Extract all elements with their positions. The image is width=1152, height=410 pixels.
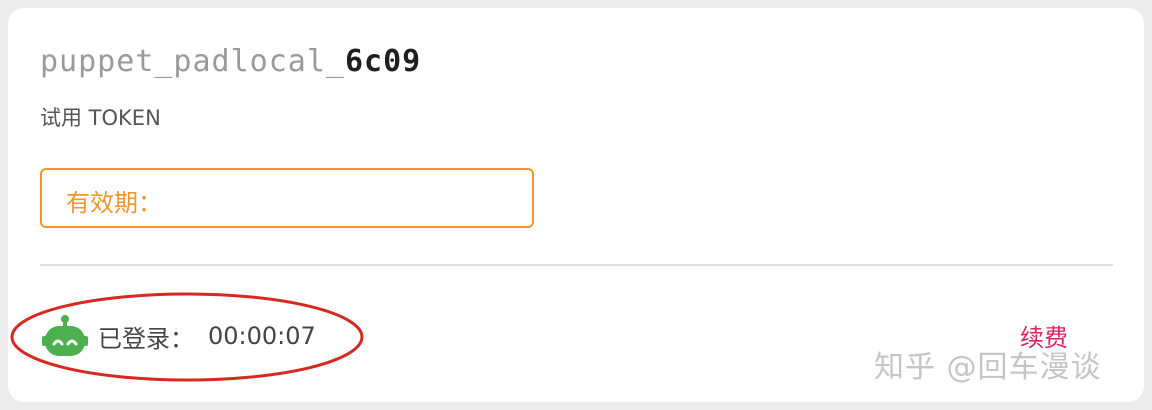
token-name-suffix: 6c09 [344,44,422,79]
login-status: 已登录： 00:00:07 [42,314,316,358]
robot-icon [42,315,88,356]
watermark: 知乎 @回车漫谈 [874,350,1102,385]
login-duration: 00:00:07 [208,322,316,350]
divider [40,264,1113,266]
token-type-label: 试用 TOKEN [40,106,161,130]
token-name: puppet_padlocal_6c09 [40,44,421,79]
validity-label: 有效期： [66,189,162,217]
token-name-prefix: puppet_padlocal_ [40,44,345,79]
login-status-label: 已登录： [98,324,194,353]
validity-box: 有效期： [40,168,534,228]
